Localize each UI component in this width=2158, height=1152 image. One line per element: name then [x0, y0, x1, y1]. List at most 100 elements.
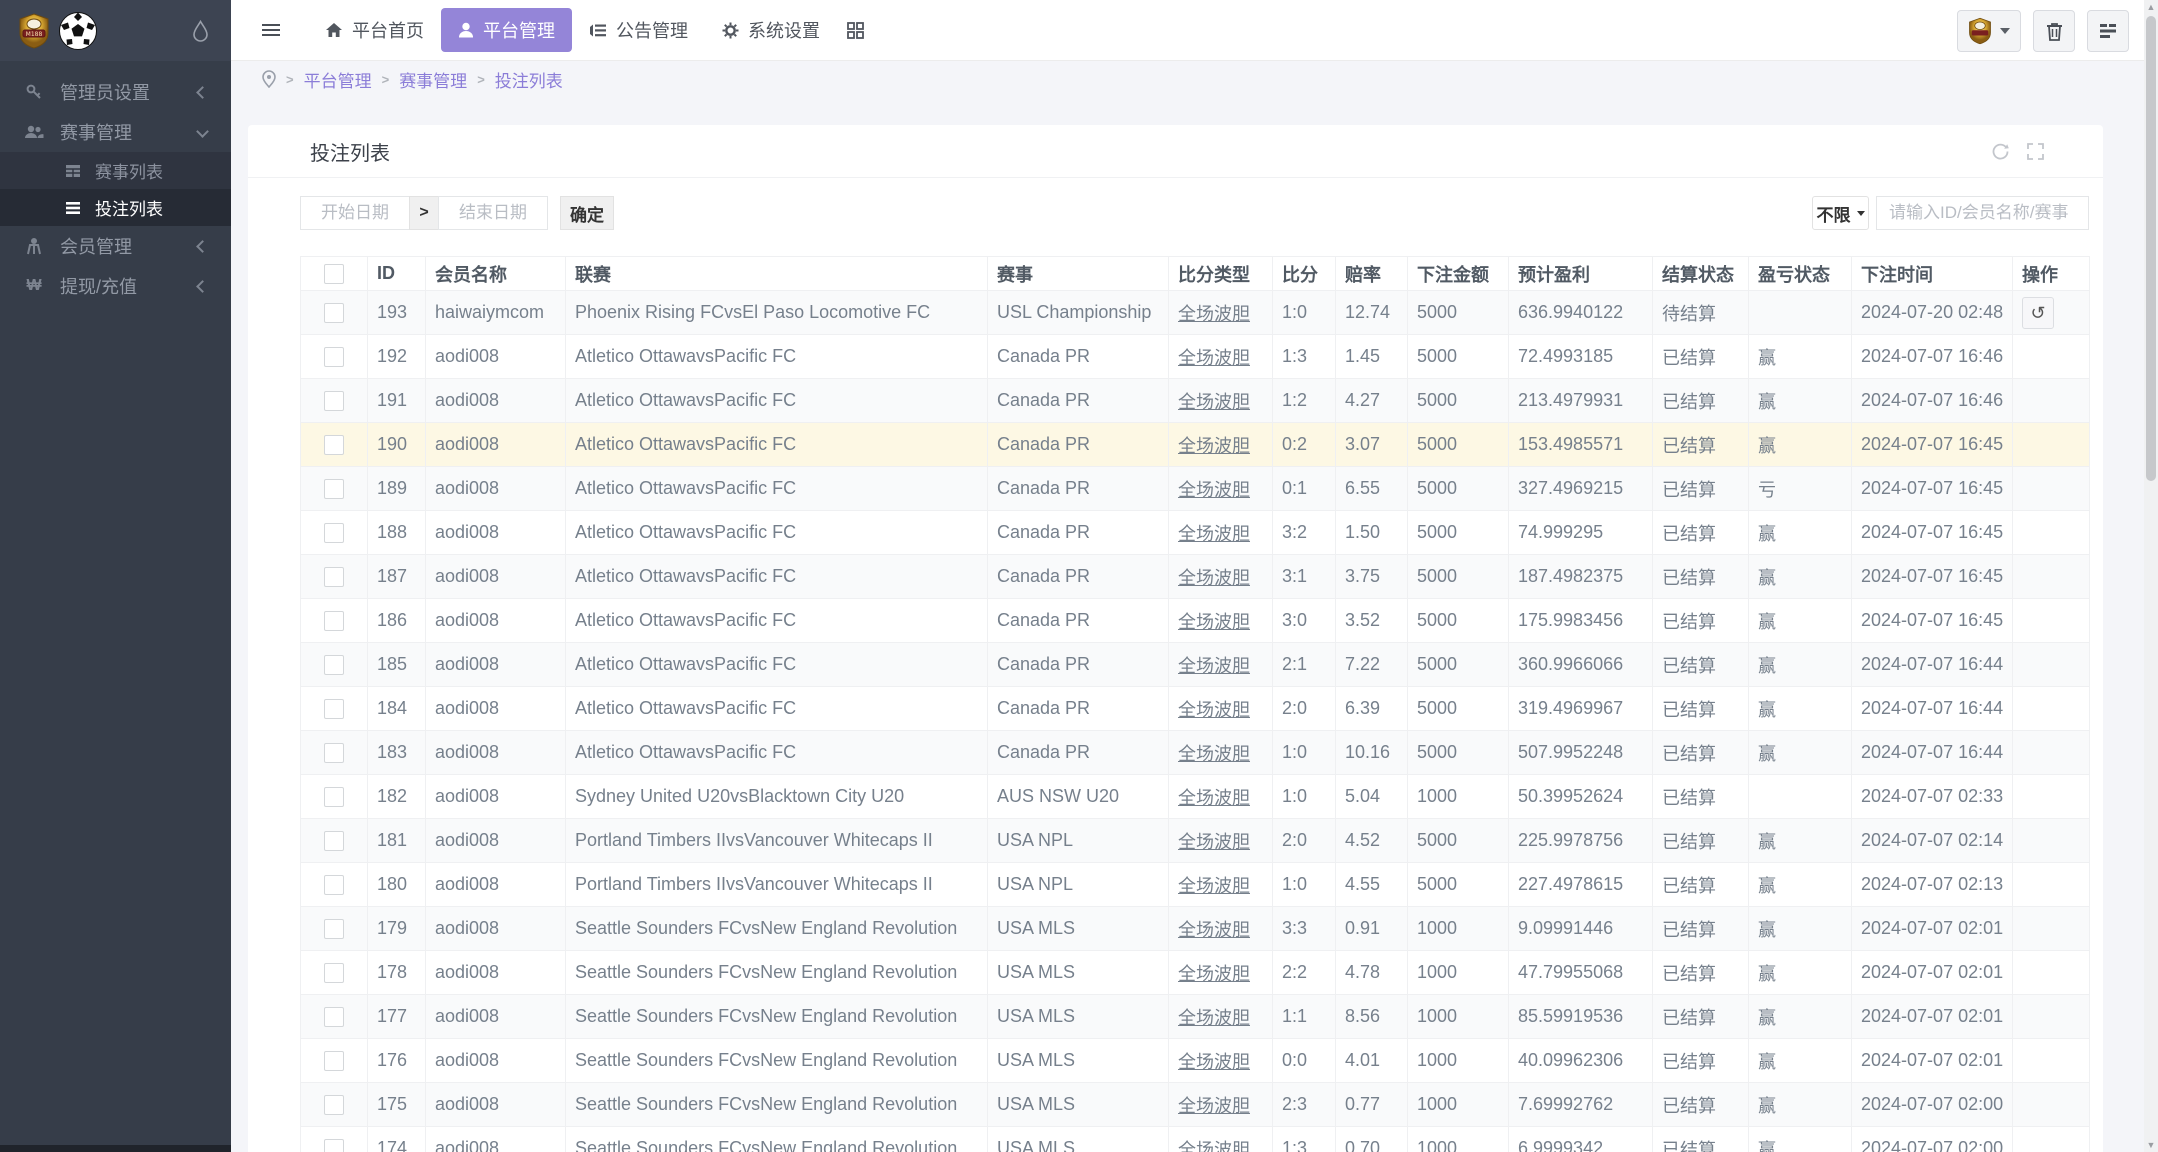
- row-checkbox[interactable]: [324, 786, 344, 807]
- row-checkbox[interactable]: [324, 478, 344, 499]
- row-checkbox[interactable]: [324, 1094, 344, 1115]
- user-avatar-dropdown[interactable]: [1957, 10, 2021, 52]
- search-input[interactable]: [1876, 196, 2089, 230]
- grid-apps-icon[interactable]: [847, 21, 864, 39]
- score-type-link[interactable]: 全场波胆: [1178, 964, 1250, 984]
- row-checkbox[interactable]: [324, 346, 344, 367]
- row-checkbox[interactable]: [324, 918, 344, 939]
- scroll-up-arrow[interactable]: ▲: [2144, 0, 2158, 14]
- score-type-link[interactable]: 全场波胆: [1178, 788, 1250, 808]
- row-select-cell: [300, 334, 368, 379]
- row-checkbox[interactable]: [324, 874, 344, 895]
- row-checkbox[interactable]: [324, 1138, 344, 1152]
- table-row: 184 aodi008 Atletico OttawavsPacific FC Can…: [300, 686, 2090, 731]
- vertical-scrollbar[interactable]: ▲ ▼: [2144, 0, 2158, 1152]
- nav-item-platform-management[interactable]: 平台管理: [441, 8, 572, 52]
- cell-time: 2024-07-07 02:01: [1851, 950, 2013, 995]
- nav-item-announcement-management[interactable]: 公告管理: [572, 8, 705, 52]
- water-drop-icon[interactable]: [192, 20, 209, 42]
- table-row: 180 aodi008 Portland Timbers IIvsVancouver…: [300, 862, 2090, 907]
- cell-id: 184: [367, 686, 426, 731]
- breadcrumb-link[interactable]: 投注列表: [495, 67, 563, 92]
- score-type-link[interactable]: 全场波胆: [1178, 524, 1250, 544]
- cell-profit: 153.4985571: [1508, 422, 1653, 467]
- score-type-link[interactable]: 全场波胆: [1178, 480, 1250, 500]
- nav-item-system-settings[interactable]: 系统设置: [705, 8, 837, 52]
- cell-time: 2024-07-07 02:01: [1851, 906, 2013, 951]
- sidebar-item-admin-settings[interactable]: 管理员设置: [0, 72, 231, 112]
- start-date-input[interactable]: [300, 196, 410, 230]
- sidebar-item-member-management[interactable]: 会员管理: [0, 226, 231, 266]
- cell-odds: 3.75: [1335, 554, 1408, 599]
- page-title: 投注列表: [310, 142, 390, 165]
- score-type-link[interactable]: 全场波胆: [1178, 1052, 1250, 1072]
- scope-dropdown[interactable]: 不限: [1812, 196, 1869, 230]
- cell-win: 赢: [1748, 686, 1852, 731]
- row-checkbox[interactable]: [324, 434, 344, 455]
- score-type-link[interactable]: 全场波胆: [1178, 700, 1250, 720]
- row-checkbox[interactable]: [324, 390, 344, 411]
- row-checkbox[interactable]: [324, 654, 344, 675]
- row-checkbox[interactable]: [324, 1050, 344, 1071]
- nav-item-platform-home[interactable]: 平台首页: [308, 8, 441, 52]
- sidebar-item-event-management[interactable]: 赛事管理: [0, 112, 231, 152]
- row-checkbox[interactable]: [324, 610, 344, 631]
- sidebar-item-event-list[interactable]: 赛事列表: [0, 152, 231, 189]
- score-type-link[interactable]: 全场波胆: [1178, 1096, 1250, 1116]
- score-type-link[interactable]: 全场波胆: [1178, 832, 1250, 852]
- sidebar-footer-strip: [0, 1145, 231, 1152]
- score-type-link[interactable]: 全场波胆: [1178, 656, 1250, 676]
- cell-event: USA MLS: [987, 1082, 1169, 1127]
- score-type-link[interactable]: 全场波胆: [1178, 1140, 1250, 1152]
- hamburger-menu-icon[interactable]: [262, 21, 282, 39]
- cell-member: aodi008: [425, 334, 566, 379]
- breadcrumb-link[interactable]: 平台管理: [304, 67, 372, 92]
- cell-member: aodi008: [425, 598, 566, 643]
- score-type-link[interactable]: 全场波胆: [1178, 1008, 1250, 1028]
- cell-score_type: 全场波胆: [1168, 554, 1273, 599]
- cell-odds: 4.01: [1335, 1038, 1408, 1083]
- score-type-link[interactable]: 全场波胆: [1178, 392, 1250, 412]
- score-type-link[interactable]: 全场波胆: [1178, 436, 1250, 456]
- score-type-link[interactable]: 全场波胆: [1178, 348, 1250, 368]
- score-type-link[interactable]: 全场波胆: [1178, 304, 1250, 324]
- breadcrumb-separator: >: [286, 71, 294, 87]
- end-date-input[interactable]: [438, 196, 548, 230]
- cell-amount: 5000: [1407, 598, 1509, 643]
- score-type-link[interactable]: 全场波胆: [1178, 920, 1250, 940]
- refresh-icon[interactable]: [1991, 142, 2010, 161]
- row-checkbox[interactable]: [324, 742, 344, 763]
- row-checkbox[interactable]: [324, 698, 344, 719]
- score-type-link[interactable]: 全场波胆: [1178, 744, 1250, 764]
- select-all-checkbox[interactable]: [324, 263, 344, 284]
- row-checkbox[interactable]: [324, 302, 344, 323]
- task-list-button[interactable]: [2087, 10, 2129, 52]
- cell-id: 179: [367, 906, 426, 951]
- row-select-cell: [300, 774, 368, 819]
- score-type-link[interactable]: 全场波胆: [1178, 568, 1250, 588]
- cell-id: 190: [367, 422, 426, 467]
- score-type-link[interactable]: 全场波胆: [1178, 876, 1250, 896]
- trash-button[interactable]: [2033, 10, 2075, 52]
- row-checkbox[interactable]: [324, 830, 344, 851]
- column-header: 比分: [1272, 256, 1336, 291]
- row-checkbox[interactable]: [324, 522, 344, 543]
- sidebar-item-withdraw-deposit[interactable]: ₩ 提现/充值: [0, 266, 231, 306]
- cell-profit: 319.4969967: [1508, 686, 1653, 731]
- cell-time: 2024-07-07 02:00: [1851, 1082, 2013, 1127]
- expand-icon[interactable]: [2026, 142, 2045, 161]
- confirm-button[interactable]: 确定: [560, 196, 614, 230]
- brand-badge-icon: M188: [18, 12, 50, 49]
- cell-action: [2012, 1082, 2090, 1127]
- sidebar-item-bet-list[interactable]: 投注列表: [0, 189, 231, 226]
- row-checkbox[interactable]: [324, 566, 344, 587]
- rollback-button[interactable]: ↺: [2022, 296, 2054, 329]
- scroll-down-arrow[interactable]: ▼: [2144, 1138, 2158, 1152]
- score-type-link[interactable]: 全场波胆: [1178, 612, 1250, 632]
- breadcrumb-link[interactable]: 赛事管理: [399, 67, 467, 92]
- date-range-arrow-button[interactable]: >: [409, 196, 439, 230]
- row-checkbox[interactable]: [324, 962, 344, 983]
- cell-id: 187: [367, 554, 426, 599]
- scrollbar-thumb[interactable]: [2146, 16, 2156, 481]
- row-checkbox[interactable]: [324, 1006, 344, 1027]
